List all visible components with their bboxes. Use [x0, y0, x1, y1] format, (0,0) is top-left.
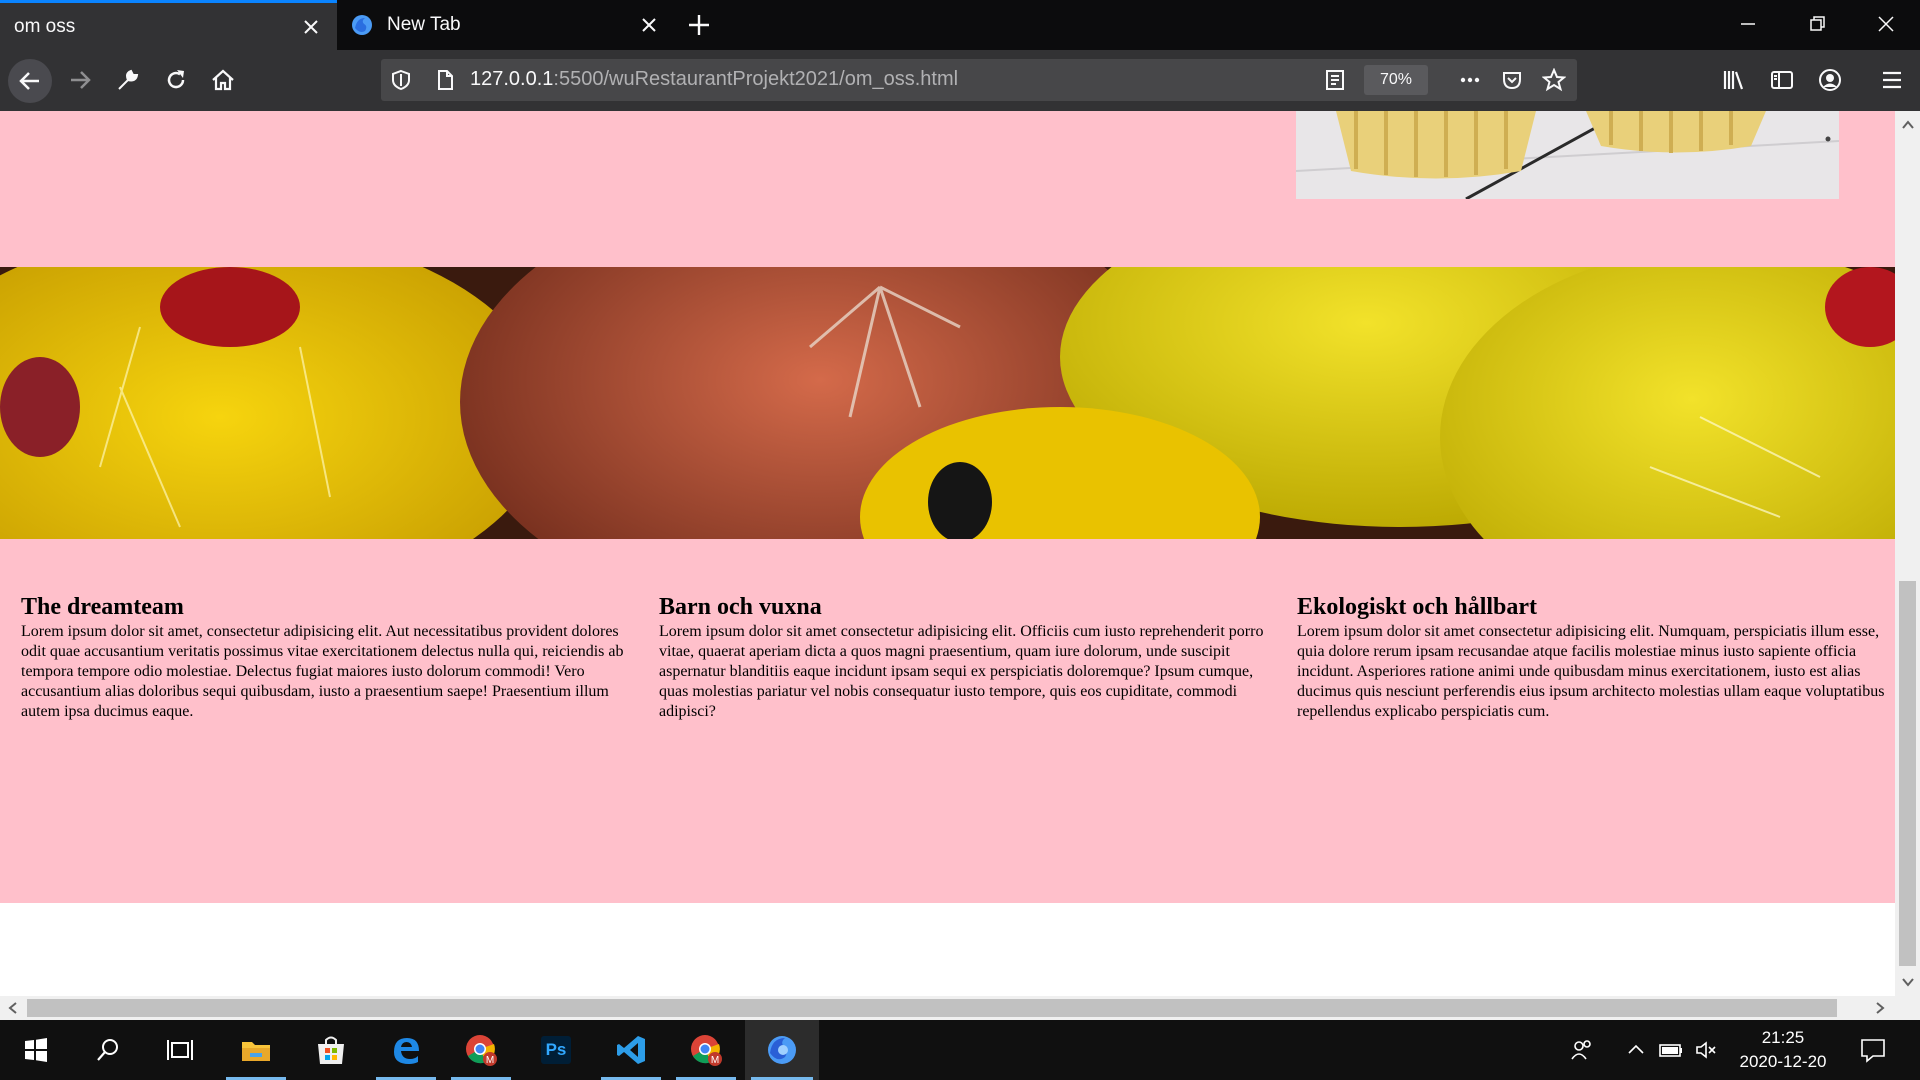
- tab-new-tab[interactable]: New Tab: [337, 0, 675, 50]
- column-text: Lorem ipsum dolor sit amet consectetur a…: [1297, 623, 1885, 720]
- minimize-icon[interactable]: [1736, 12, 1760, 36]
- volume-muted-icon[interactable]: [1694, 1038, 1718, 1062]
- content-section-top: [0, 111, 1895, 267]
- svg-text:M: M: [486, 1055, 494, 1066]
- tab-title: New Tab: [387, 14, 461, 35]
- store-icon: [318, 1036, 344, 1064]
- photoshop-button[interactable]: Ps: [520, 1020, 592, 1080]
- wrench-icon: [118, 69, 139, 90]
- vscode-icon: [617, 1036, 645, 1064]
- navigation-bar: 127.0.0.1:5500/wuRestaurantProjekt2021/o…: [0, 50, 1920, 111]
- column-heading: The dreamteam: [21, 594, 184, 620]
- reader-view-icon[interactable]: [1323, 68, 1347, 92]
- scroll-down-icon[interactable]: [1900, 974, 1916, 990]
- chrome-profile-icon: M: [691, 1035, 722, 1066]
- new-tab-icon[interactable]: [686, 12, 712, 38]
- tab-title: om oss: [14, 15, 76, 37]
- start-icon: [25, 1038, 47, 1062]
- arrow-right-icon: [71, 71, 91, 89]
- scroll-up-icon[interactable]: [1900, 117, 1916, 133]
- search-icon: [97, 1039, 118, 1061]
- cupcake-image: [1296, 111, 1839, 199]
- reload-icon: [167, 70, 185, 89]
- developer-tools-button[interactable]: [112, 64, 144, 96]
- firefox-button[interactable]: [745, 1020, 819, 1080]
- library-icon: [1723, 71, 1744, 90]
- more-actions-icon[interactable]: [1458, 68, 1482, 92]
- svg-text:M: M: [711, 1055, 719, 1066]
- system-clock[interactable]: 21:25 2020-12-20: [1728, 1026, 1838, 1074]
- sidebar-button[interactable]: [1766, 64, 1798, 96]
- menu-button[interactable]: [1876, 64, 1908, 96]
- page-viewport: The dreamteam Lorem ipsum dolor sit amet…: [0, 111, 1895, 996]
- zoom-level-button[interactable]: 70%: [1364, 65, 1428, 95]
- content-section-columns: The dreamteam Lorem ipsum dolor sit amet…: [0, 539, 1895, 903]
- tab-strip: om oss New Tab: [0, 0, 1920, 50]
- arrow-left-icon: [19, 72, 39, 90]
- people-icon[interactable]: [1570, 1038, 1594, 1062]
- shield-icon[interactable]: [389, 68, 413, 92]
- chrome-profile-button[interactable]: M: [670, 1020, 742, 1080]
- pocket-icon[interactable]: [1500, 68, 1524, 92]
- column-barn-och-vuxna: Barn och vuxna Lorem ipsum dolor sit ame…: [659, 592, 1274, 722]
- store-button[interactable]: [295, 1020, 367, 1080]
- back-button[interactable]: [8, 59, 52, 103]
- home-icon: [212, 69, 234, 91]
- horizontal-scrollbar[interactable]: [0, 996, 1920, 1020]
- vertical-scrollbar-thumb[interactable]: [1899, 581, 1916, 966]
- close-tab-icon[interactable]: [641, 17, 657, 33]
- clock-date: 2020-12-20: [1739, 1052, 1827, 1071]
- tab-om-oss[interactable]: om oss: [0, 0, 337, 50]
- clock-time: 21:25: [1761, 1028, 1805, 1047]
- close-tab-icon[interactable]: [303, 19, 319, 35]
- chevron-up-icon[interactable]: [1624, 1038, 1648, 1062]
- windows-taskbar: M Ps M 21:25 2020-12-20: [0, 1020, 1920, 1080]
- search-button[interactable]: [72, 1020, 144, 1080]
- firefox-icon: [768, 1036, 796, 1064]
- reload-button[interactable]: [160, 64, 192, 96]
- column-heading: Barn och vuxna: [659, 594, 822, 620]
- firefox-icon: [352, 15, 372, 35]
- task-view-icon: [167, 1040, 193, 1060]
- start-button[interactable]: [0, 1020, 72, 1080]
- forward-button[interactable]: [64, 64, 96, 96]
- account-icon: [1819, 69, 1841, 91]
- scroll-right-icon[interactable]: [1872, 1000, 1888, 1016]
- library-button[interactable]: [1718, 64, 1750, 96]
- page-info-icon[interactable]: [433, 68, 457, 92]
- task-view-button[interactable]: [144, 1020, 216, 1080]
- account-button[interactable]: [1814, 64, 1846, 96]
- file-explorer-button[interactable]: [220, 1020, 292, 1080]
- restore-icon[interactable]: [1805, 12, 1829, 36]
- file-explorer-icon: [242, 1042, 270, 1061]
- column-dreamteam: The dreamteam Lorem ipsum dolor sit amet…: [21, 592, 636, 722]
- home-button[interactable]: [207, 64, 239, 96]
- column-ekologiskt: Ekologiskt och hållbart Lorem ipsum dolo…: [1297, 592, 1887, 722]
- fruit-banner-image: [0, 267, 1895, 539]
- chrome-icon: M: [466, 1035, 497, 1066]
- bookmark-star-icon[interactable]: [1542, 68, 1566, 92]
- photoshop-icon: Ps: [541, 1036, 571, 1064]
- scroll-left-icon[interactable]: [5, 1000, 21, 1016]
- column-text: Lorem ipsum dolor sit amet, consectetur …: [21, 623, 624, 720]
- hamburger-menu-icon: [1883, 71, 1901, 89]
- url-host: 127.0.0.1: [470, 68, 554, 90]
- url-bar[interactable]: 127.0.0.1:5500/wuRestaurantProjekt2021/o…: [381, 59, 1577, 101]
- close-window-icon[interactable]: [1874, 12, 1898, 36]
- notifications-icon[interactable]: [1859, 1036, 1887, 1064]
- url-path: :5500/wuRestaurantProjekt2021/om_oss.htm…: [553, 68, 959, 90]
- chrome-button[interactable]: M: [445, 1020, 517, 1080]
- edge-icon: [394, 1038, 419, 1064]
- horizontal-scrollbar-thumb[interactable]: [27, 999, 1837, 1017]
- vertical-scrollbar[interactable]: [1895, 111, 1920, 996]
- edge-button[interactable]: [370, 1020, 442, 1080]
- url-text[interactable]: 127.0.0.1:5500/wuRestaurantProjekt2021/o…: [470, 68, 958, 91]
- battery-icon[interactable]: [1659, 1038, 1683, 1062]
- column-text: Lorem ipsum dolor sit amet consectetur a…: [659, 623, 1264, 720]
- vscode-button[interactable]: [595, 1020, 667, 1080]
- column-heading: Ekologiskt och hållbart: [1297, 594, 1538, 620]
- sidebar-icon: [1771, 71, 1793, 89]
